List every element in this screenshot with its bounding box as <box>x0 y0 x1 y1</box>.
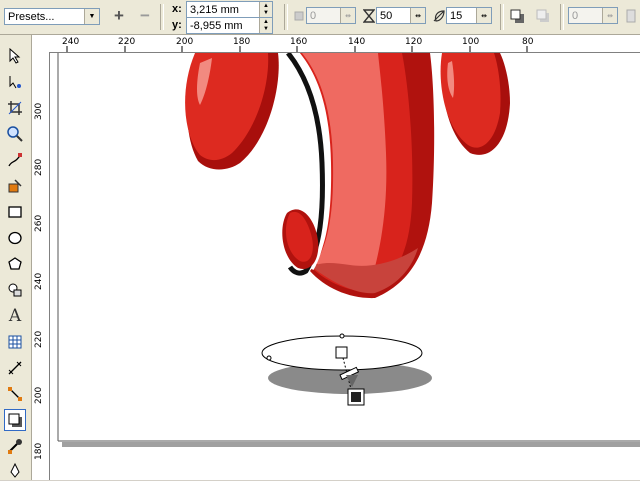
text-tool-icon[interactable]: A <box>4 305 26 327</box>
y-position-value: -8,955 mm <box>190 19 243 32</box>
presets-dropdown[interactable]: Presets... ▼ <box>4 8 100 25</box>
y-position-field[interactable]: -8,955 mm ▲ ▼ <box>186 17 273 34</box>
ruler-tick-label: 300 <box>34 102 44 120</box>
presets-label: Presets... <box>8 10 55 23</box>
ruler-tick-label: 200 <box>176 37 194 47</box>
x-spin-arrows-icon[interactable]: ▲ ▼ <box>259 2 272 17</box>
freehand-tool-icon[interactable] <box>4 149 26 171</box>
ruler-tick-label: 180 <box>233 37 251 47</box>
right-red-leaf[interactable] <box>440 53 510 155</box>
horizontal-ruler[interactable]: 240 220 200 180 160 140 120 100 80 <box>32 35 640 53</box>
ellipse-tool-icon[interactable] <box>4 227 26 249</box>
shadow-end-handle-fill <box>351 392 361 402</box>
y-spin-arrows-icon[interactable]: ▲ ▼ <box>259 18 272 33</box>
chevron-down-icon[interactable]: ▼ <box>84 9 99 24</box>
slider-icon[interactable]: ⇹ <box>410 8 425 23</box>
plus-icon[interactable]: + <box>110 6 128 25</box>
slider-icon[interactable]: ⇹ <box>602 8 617 23</box>
ruler-tick-label: 160 <box>290 37 308 47</box>
shadow-angle-value: 0 <box>310 9 317 22</box>
copy-shadow-icon[interactable] <box>534 7 552 25</box>
ruler-tick-label: 180 <box>34 442 44 460</box>
outline-pen-tool-icon[interactable] <box>4 459 26 481</box>
node-handle[interactable] <box>266 355 272 361</box>
pick-tool-icon[interactable] <box>4 45 26 67</box>
opacity-value: 50 <box>380 9 393 22</box>
vertical-ruler[interactable]: 300 280 260 240 220 200 180 <box>32 52 50 480</box>
ruler-tick-label: 140 <box>348 37 366 47</box>
basic-shapes-tool-icon[interactable] <box>4 279 26 301</box>
x-position-field[interactable]: 3,215 mm ▲ ▼ <box>186 1 273 18</box>
drawing-canvas[interactable] <box>50 53 640 480</box>
ruler-tick-label: 120 <box>405 37 423 47</box>
drop-shadow-tool-icon[interactable] <box>4 409 26 431</box>
feather-value: 15 <box>450 9 463 22</box>
feather-field[interactable]: 15 ⇹ <box>446 7 492 24</box>
ruler-tick-label: 220 <box>34 330 44 348</box>
separator <box>560 4 564 30</box>
stretch-value: 0 <box>572 9 579 22</box>
ruler-tick-label: 220 <box>118 37 136 47</box>
ruler-tick-label: 200 <box>34 386 44 404</box>
x-label: x: <box>172 3 182 15</box>
x-position-value: 3,215 mm <box>190 3 239 16</box>
connector-tool-icon[interactable] <box>4 383 26 405</box>
shadow-start-handle[interactable] <box>335 346 348 359</box>
ruler-tick-label: 260 <box>34 214 44 232</box>
ruler-tick-label: 240 <box>34 272 44 290</box>
eyedropper-tool-icon[interactable] <box>4 435 26 457</box>
left-red-leaf[interactable] <box>185 53 279 170</box>
slider-icon[interactable]: ⇹ <box>476 8 491 23</box>
separator <box>160 4 164 30</box>
ruler-tick-label: 100 <box>462 37 480 47</box>
ruler-tick-label: 240 <box>62 37 80 47</box>
ruler-tick-label: 80 <box>522 37 534 47</box>
opacity-field[interactable]: 50 ⇹ <box>376 7 426 24</box>
node-handle[interactable] <box>339 333 345 339</box>
smart-fill-tool-icon[interactable] <box>4 175 26 197</box>
separator <box>500 4 504 30</box>
shape-tool-icon[interactable] <box>4 71 26 93</box>
dimension-tool-icon[interactable] <box>4 357 26 379</box>
toolbox: A <box>0 35 32 480</box>
separator <box>284 4 288 30</box>
ruler-tick-label: 280 <box>34 158 44 176</box>
stretch-field[interactable]: 0 ⇹ <box>568 7 618 24</box>
fade-icon[interactable] <box>622 7 640 25</box>
page-shadow <box>62 442 640 447</box>
zoom-tool-icon[interactable] <box>4 123 26 145</box>
slider-icon[interactable]: ⇹ <box>340 8 355 23</box>
polygon-tool-icon[interactable] <box>4 253 26 275</box>
table-tool-icon[interactable] <box>4 331 26 353</box>
central-red-curl[interactable] <box>282 53 435 299</box>
rectangle-tool-icon[interactable] <box>4 201 26 223</box>
shadow-direction-icon[interactable] <box>508 7 526 25</box>
y-label: y: <box>172 19 182 31</box>
property-bar: Presets... ▼ + − x: 3,215 mm ▲ ▼ y: -8,95… <box>0 0 640 35</box>
shadow-angle-field[interactable]: 0 ⇹ <box>306 7 356 24</box>
minus-icon[interactable]: − <box>136 6 154 25</box>
crop-tool-icon[interactable] <box>4 97 26 119</box>
